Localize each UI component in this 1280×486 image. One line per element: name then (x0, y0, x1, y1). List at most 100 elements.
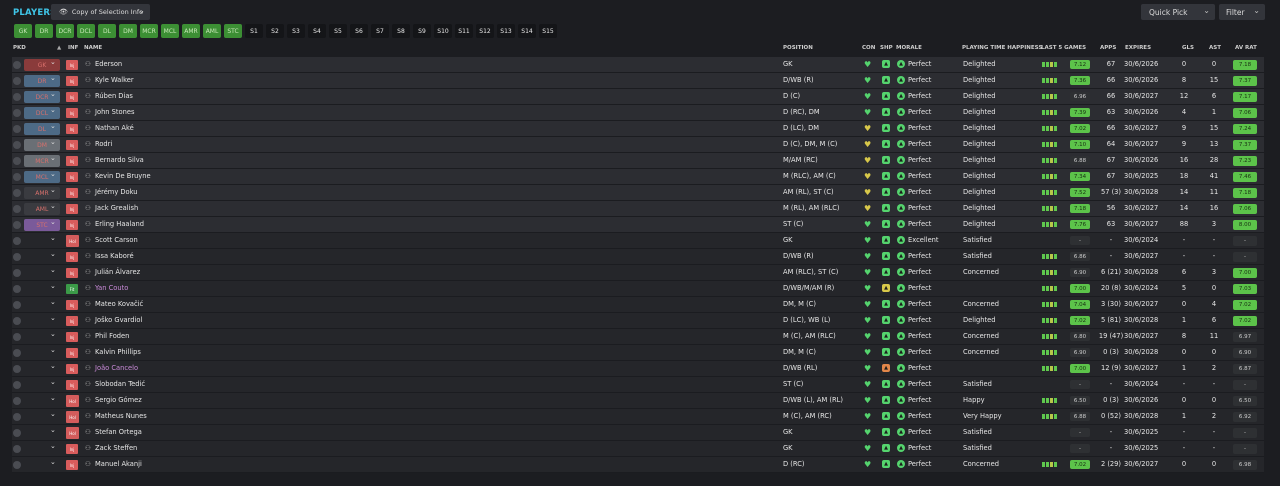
position-chip[interactable]: MCL (161, 24, 179, 38)
table-row[interactable]: ⌄ Hol ⚇ Sergio Gómez D/WB (L), AM (RL) ♥ ▲ ▲ Per… (12, 393, 1264, 409)
player-name[interactable]: Yan Couto (95, 284, 128, 292)
position-chip[interactable]: STC (224, 24, 242, 38)
table-row[interactable]: DCR ⌄ Inj ⚇ Rúben Dias D (C) ♥ ▲ ▲ Perfect Delight… (12, 89, 1264, 105)
col-inf[interactable]: INF (68, 45, 78, 51)
player-name[interactable]: Matheus Nunes (95, 412, 147, 420)
chevron-down-icon[interactable]: ⌄ (50, 250, 56, 258)
position-chip[interactable]: DR (35, 24, 53, 38)
sub-chip[interactable]: S1 (245, 24, 263, 38)
sub-chip[interactable]: S5 (329, 24, 347, 38)
table-row[interactable]: DR ⌄ Inj ⚇ Kyle Walker D/WB (R) ♥ ▲ ▲ Perfect Deli… (12, 73, 1264, 89)
position-chip[interactable]: AML (203, 24, 221, 38)
filter-button[interactable]: Filter ⌄ (1219, 4, 1265, 20)
chevron-down-icon[interactable]: ⌄ (50, 170, 56, 178)
player-name[interactable]: Nathan Aké (95, 124, 134, 132)
pick-checkbox[interactable] (13, 109, 21, 117)
sub-chip[interactable]: S3 (287, 24, 305, 38)
sub-chip[interactable]: S10 (434, 24, 452, 38)
player-name[interactable]: Rúben Dias (95, 92, 133, 100)
chevron-down-icon[interactable]: ⌄ (50, 138, 56, 146)
table-row[interactable]: ⌄ Hol ⚇ Matheus Nunes M (C), AM (RC) ♥ ▲ ▲ Perfe… (12, 409, 1264, 425)
pick-checkbox[interactable] (13, 237, 21, 245)
player-name[interactable]: Bernardo Silva (95, 156, 144, 164)
player-name[interactable]: Julián Álvarez (95, 268, 140, 276)
player-name[interactable]: João Cancelo (95, 364, 138, 372)
sort-icon[interactable]: ▲ (57, 45, 61, 51)
col-shp[interactable]: SHP (880, 45, 893, 51)
table-row[interactable]: ⌄ Fit ⚇ Yan Couto D/WB/M/AM (R) ♥ ▲ ▲ Perfect 7.0… (12, 281, 1264, 297)
col-con[interactable]: CON (862, 45, 875, 51)
player-name[interactable]: Stefan Ortega (95, 428, 142, 436)
pick-checkbox[interactable] (13, 349, 21, 357)
chevron-down-icon[interactable]: ⌄ (50, 442, 56, 450)
sub-chip[interactable]: S4 (308, 24, 326, 38)
player-name[interactable]: Manuel Akanji (95, 460, 142, 468)
col-apps[interactable]: APPS (1100, 45, 1116, 51)
player-name[interactable]: Sergio Gómez (95, 396, 142, 404)
player-name[interactable]: Mateo Kovačić (95, 300, 143, 308)
pick-checkbox[interactable] (13, 141, 21, 149)
chevron-down-icon[interactable]: ⌄ (50, 410, 56, 418)
sub-chip[interactable]: S14 (518, 24, 536, 38)
sub-chip[interactable]: S11 (455, 24, 473, 38)
pick-checkbox[interactable] (13, 461, 21, 469)
sub-chip[interactable]: S6 (350, 24, 368, 38)
player-name[interactable]: Kyle Walker (95, 76, 134, 84)
chevron-down-icon[interactable]: ⌄ (50, 282, 56, 290)
view-selector[interactable]: 👁 Copy of Selection Info ⌄ (51, 4, 150, 20)
pick-checkbox[interactable] (13, 317, 21, 325)
table-row[interactable]: ⌄ Inj ⚇ Slobodan Tedić ST (C) ♥ ▲ ▲ Perfect Satis… (12, 377, 1264, 393)
player-name[interactable]: Slobodan Tedić (95, 380, 145, 388)
pick-checkbox[interactable] (13, 285, 21, 293)
pick-checkbox[interactable] (13, 413, 21, 421)
pick-checkbox[interactable] (13, 77, 21, 85)
chevron-down-icon[interactable]: ⌄ (50, 458, 56, 466)
table-row[interactable]: ⌄ Inj ⚇ Phil Foden M (C), AM (RLC) ♥ ▲ ▲ Perfect… (12, 329, 1264, 345)
col-ast[interactable]: AST (1209, 45, 1221, 51)
chevron-down-icon[interactable]: ⌄ (50, 154, 56, 162)
table-row[interactable]: ⌄ Hol ⚇ Scott Carson GK ♥ ▲ ▲ Excellent Satisfied… (12, 233, 1264, 249)
position-chip[interactable]: MCR (140, 24, 158, 38)
pick-checkbox[interactable] (13, 205, 21, 213)
player-name[interactable]: Kalvin Phillips (95, 348, 141, 356)
sub-chip[interactable]: S8 (392, 24, 410, 38)
player-name[interactable]: Jack Grealish (95, 204, 138, 212)
pick-checkbox[interactable] (13, 381, 21, 389)
table-row[interactable]: STC ⌄ Inj ⚇ Erling Haaland ST (C) ♥ ▲ ▲ Perfect De… (12, 217, 1264, 233)
position-chip[interactable]: DL (98, 24, 116, 38)
table-row[interactable]: AMR ⌄ Inj ⚇ Jérémy Doku AM (RL), ST (C) ♥ ▲ ▲ Per… (12, 185, 1264, 201)
col-pkd[interactable]: PKD (13, 45, 26, 51)
table-row[interactable]: DM ⌄ Inj ⚇ Rodri D (C), DM, M (C) ♥ ▲ ▲ Perfect De… (12, 137, 1264, 153)
table-row[interactable]: MCL ⌄ Inj ⚇ Kevin De Bruyne M (RLC), AM (C) ♥ ▲… (12, 169, 1264, 185)
table-row[interactable]: ⌄ Inj ⚇ Joško Gvardiol D (LC), WB (L) ♥ ▲ ▲ Perf… (12, 313, 1264, 329)
sub-chip[interactable]: S7 (371, 24, 389, 38)
chevron-down-icon[interactable]: ⌄ (50, 122, 56, 130)
chevron-down-icon[interactable]: ⌄ (50, 426, 56, 434)
pick-checkbox[interactable] (13, 221, 21, 229)
position-chip[interactable]: GK (14, 24, 32, 38)
chevron-down-icon[interactable]: ⌄ (50, 314, 56, 322)
chevron-down-icon[interactable]: ⌄ (50, 74, 56, 82)
chevron-down-icon[interactable]: ⌄ (50, 266, 56, 274)
chevron-down-icon[interactable]: ⌄ (50, 90, 56, 98)
chevron-down-icon[interactable]: ⌄ (50, 186, 56, 194)
player-name[interactable]: Zack Steffen (95, 444, 137, 452)
chevron-down-icon[interactable]: ⌄ (50, 58, 56, 66)
sub-chip[interactable]: S15 (539, 24, 557, 38)
player-name[interactable]: Ederson (95, 60, 122, 68)
sub-chip[interactable]: S12 (476, 24, 494, 38)
table-row[interactable]: ⌄ Inj ⚇ Issa Kaboré D/WB (R) ♥ ▲ ▲ Perfect Satisf… (12, 249, 1264, 265)
table-row[interactable]: ⌄ Inj ⚇ Manuel Akanji D (RC) ♥ ▲ ▲ Perfect Concer… (12, 457, 1264, 473)
pick-checkbox[interactable] (13, 125, 21, 133)
pick-checkbox[interactable] (13, 157, 21, 165)
table-row[interactable]: DL ⌄ Inj ⚇ Nathan Aké D (LC), DM ♥ ▲ ▲ Perfect Del… (12, 121, 1264, 137)
chevron-down-icon[interactable]: ⌄ (50, 378, 56, 386)
table-row[interactable]: AML ⌄ Inj ⚇ Jack Grealish M (RL), AM (RLC) ♥ ▲ ▲… (12, 201, 1264, 217)
table-row[interactable]: DCL ⌄ Inj ⚇ John Stones D (RC), DM ♥ ▲ ▲ Perfect D… (12, 105, 1264, 121)
position-chip[interactable]: DCL (77, 24, 95, 38)
chevron-down-icon[interactable]: ⌄ (50, 218, 56, 226)
player-name[interactable]: Kevin De Bruyne (95, 172, 151, 180)
chevron-down-icon[interactable]: ⌄ (50, 346, 56, 354)
player-name[interactable]: Joško Gvardiol (95, 316, 142, 324)
table-row[interactable]: ⌄ Inj ⚇ Kalvin Phillips DM, M (C) ♥ ▲ ▲ Perfect C… (12, 345, 1264, 361)
